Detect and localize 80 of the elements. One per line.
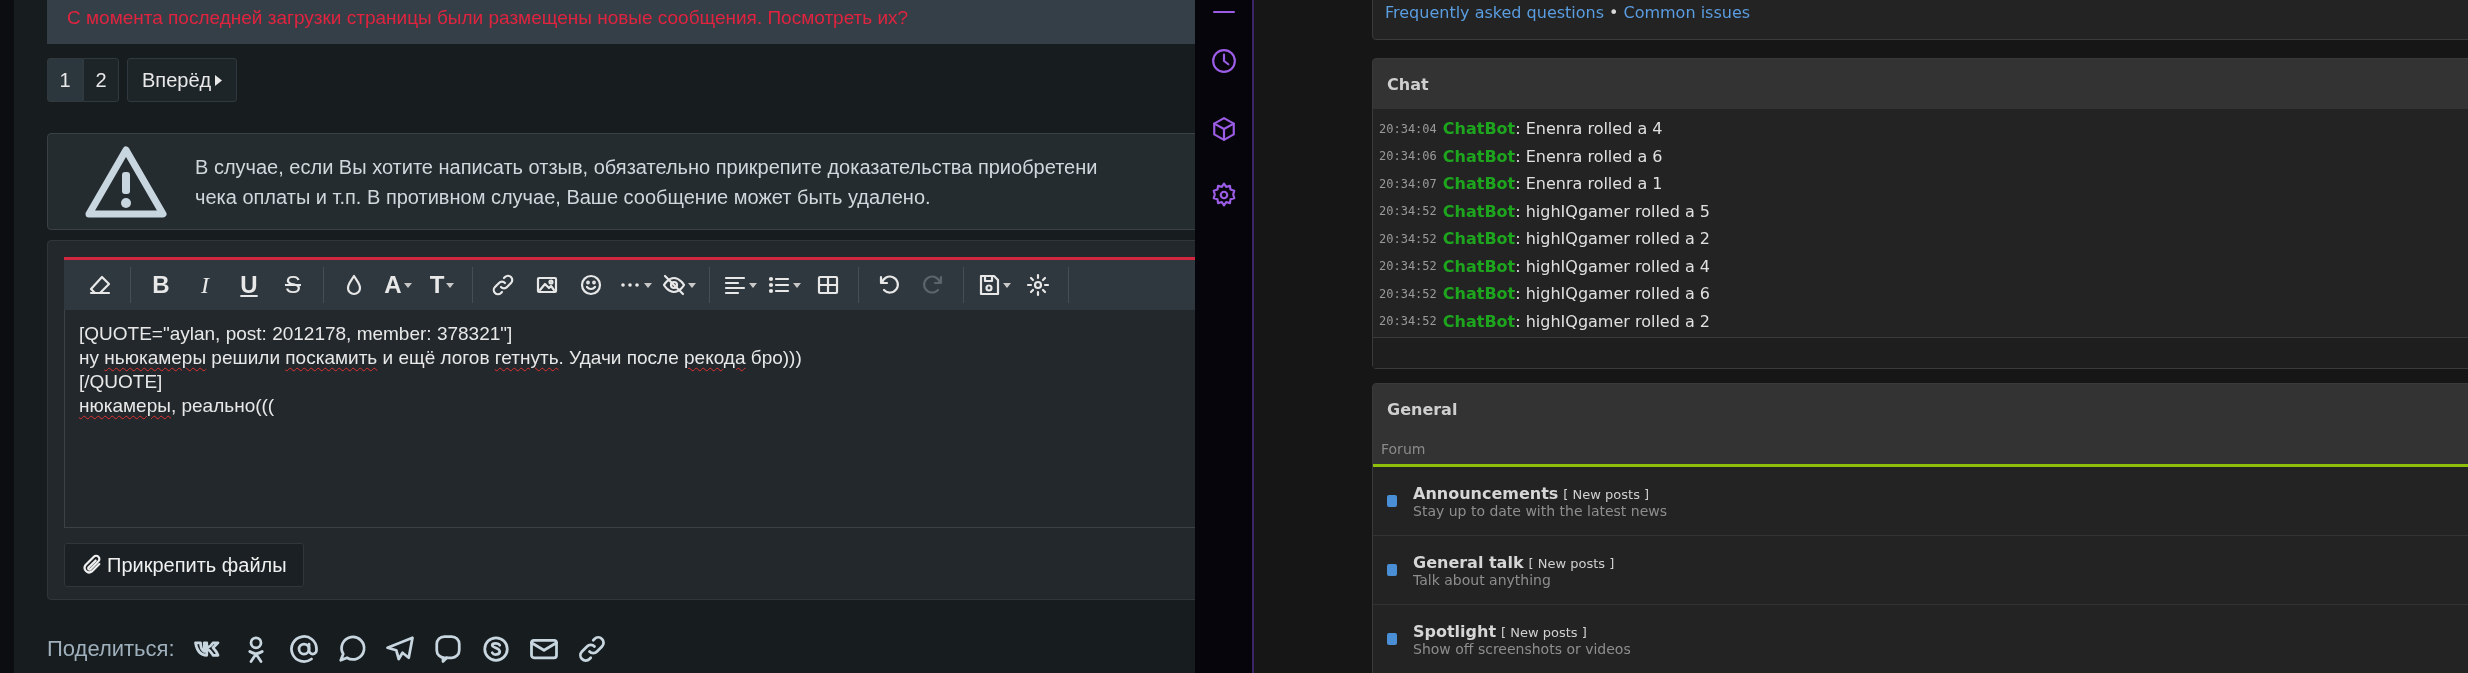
caret-icon [793, 282, 801, 288]
forum-title-link[interactable]: General talk [1413, 552, 1524, 572]
chat-title: Chat [1387, 74, 1429, 94]
message-text: : highIQgamer rolled a 2 [1515, 229, 1710, 249]
clock-icon[interactable] [1210, 48, 1237, 74]
caret-icon [446, 282, 455, 288]
at-share-icon[interactable] [288, 634, 319, 664]
strike-button[interactable]: S [271, 267, 315, 303]
skype-share-icon[interactable] [480, 634, 511, 664]
message-time: 20:34:52 [1379, 259, 1437, 274]
message-text: : Enenra rolled a 6 [1515, 146, 1663, 166]
new-posts-link[interactable]: [ New posts ] [1528, 555, 1615, 571]
message-text: : Enenra rolled a 4 [1515, 119, 1663, 139]
message-text: : highIQgamer rolled a 4 [1515, 256, 1710, 276]
common-issues-link[interactable]: Common issues [1623, 3, 1751, 22]
new-posts-link[interactable]: [ New posts ] [1563, 486, 1650, 502]
message-author[interactable]: ChatBot [1442, 119, 1516, 139]
forum-description: Show off screenshots or videos [1413, 640, 1631, 657]
smiley-icon [579, 273, 603, 297]
link-icon [491, 273, 515, 297]
caret-icon [688, 282, 696, 288]
paperclip-icon [81, 554, 103, 576]
hidden-icon [662, 273, 686, 297]
forum-title-link[interactable]: Announcements [1413, 483, 1559, 503]
message-author[interactable]: ChatBot [1442, 284, 1516, 304]
caret-icon [644, 282, 652, 288]
fontsize-button[interactable]: T [420, 267, 464, 303]
cube-icon[interactable] [1210, 116, 1237, 142]
warning-text: чека оплаты и т.п. В противном случае, Ваше сообщение может быть удалено. [195, 184, 932, 210]
message-text: : highIQgamer rolled a 5 [1515, 201, 1710, 221]
message-text: : highIQgamer rolled a 2 [1515, 311, 1710, 331]
link-share-icon[interactable] [576, 634, 607, 664]
warning-icon [85, 145, 167, 218]
undo-icon [877, 273, 901, 297]
forum-description: Talk about anything [1413, 571, 1552, 588]
category-title: General [1387, 399, 1458, 419]
more-icon [618, 282, 642, 288]
italic-button[interactable]: I [183, 267, 227, 303]
message-author[interactable]: ChatBot [1442, 146, 1516, 166]
message-author[interactable]: ChatBot [1442, 229, 1516, 249]
page-button[interactable]: 2 [83, 58, 119, 102]
message-time: 20:34:52 [1379, 286, 1437, 301]
fontcolor-button[interactable]: A [376, 267, 420, 303]
message-time: 20:34:04 [1379, 121, 1437, 136]
message-time: 20:34:52 [1379, 314, 1437, 329]
next-page-button[interactable]: Вперёд [127, 58, 238, 102]
page-button[interactable]: 1 [47, 58, 83, 102]
redo-icon [921, 273, 945, 297]
eraser-icon [88, 273, 112, 297]
forum-column-header: Forum [1381, 441, 1426, 457]
caret-icon [1003, 282, 1011, 288]
message-time: 20:34:52 [1379, 231, 1437, 246]
caret-icon [215, 74, 223, 86]
message-time: 20:34:06 [1379, 149, 1437, 164]
message-time: 20:34:07 [1379, 176, 1437, 191]
share-label: Поделиться: [47, 636, 175, 662]
bullet-separator: • [1609, 3, 1619, 22]
bold-button[interactable]: B [139, 267, 183, 303]
minus-icon[interactable] [1210, 10, 1237, 14]
warning-text: В случае, если Вы хотите написать отзыв, обязательно прикрепите доказательства приобретени [195, 154, 1098, 180]
message-author[interactable]: ChatBot [1442, 256, 1516, 276]
message-text: : highIQgamer rolled a 6 [1515, 284, 1710, 304]
faq-link[interactable]: Frequently asked questions [1385, 3, 1605, 22]
attach-files-button[interactable]: Прикрепить файлы [64, 543, 304, 587]
whatsapp-share-icon[interactable] [336, 634, 367, 664]
message-time: 20:34:52 [1379, 204, 1437, 219]
viber-share-icon[interactable] [432, 634, 463, 664]
save-icon [977, 273, 1001, 297]
forum-description: Stay up to date with the latest news [1413, 502, 1668, 519]
underline-button[interactable]: U [227, 267, 271, 303]
caret-icon [403, 282, 412, 288]
message-text: : Enenra rolled a 1 [1515, 174, 1663, 194]
new-posts-link[interactable]: [ New posts ] [1501, 624, 1587, 640]
message-author[interactable]: ChatBot [1442, 174, 1516, 194]
caret-icon [749, 282, 757, 288]
chat-input-field[interactable] [1373, 337, 2468, 368]
message-author[interactable]: ChatBot [1442, 311, 1516, 331]
table-icon [816, 273, 840, 297]
message-author[interactable]: ChatBot [1442, 201, 1516, 221]
forum-title-link[interactable]: Spotlight [1413, 621, 1497, 641]
